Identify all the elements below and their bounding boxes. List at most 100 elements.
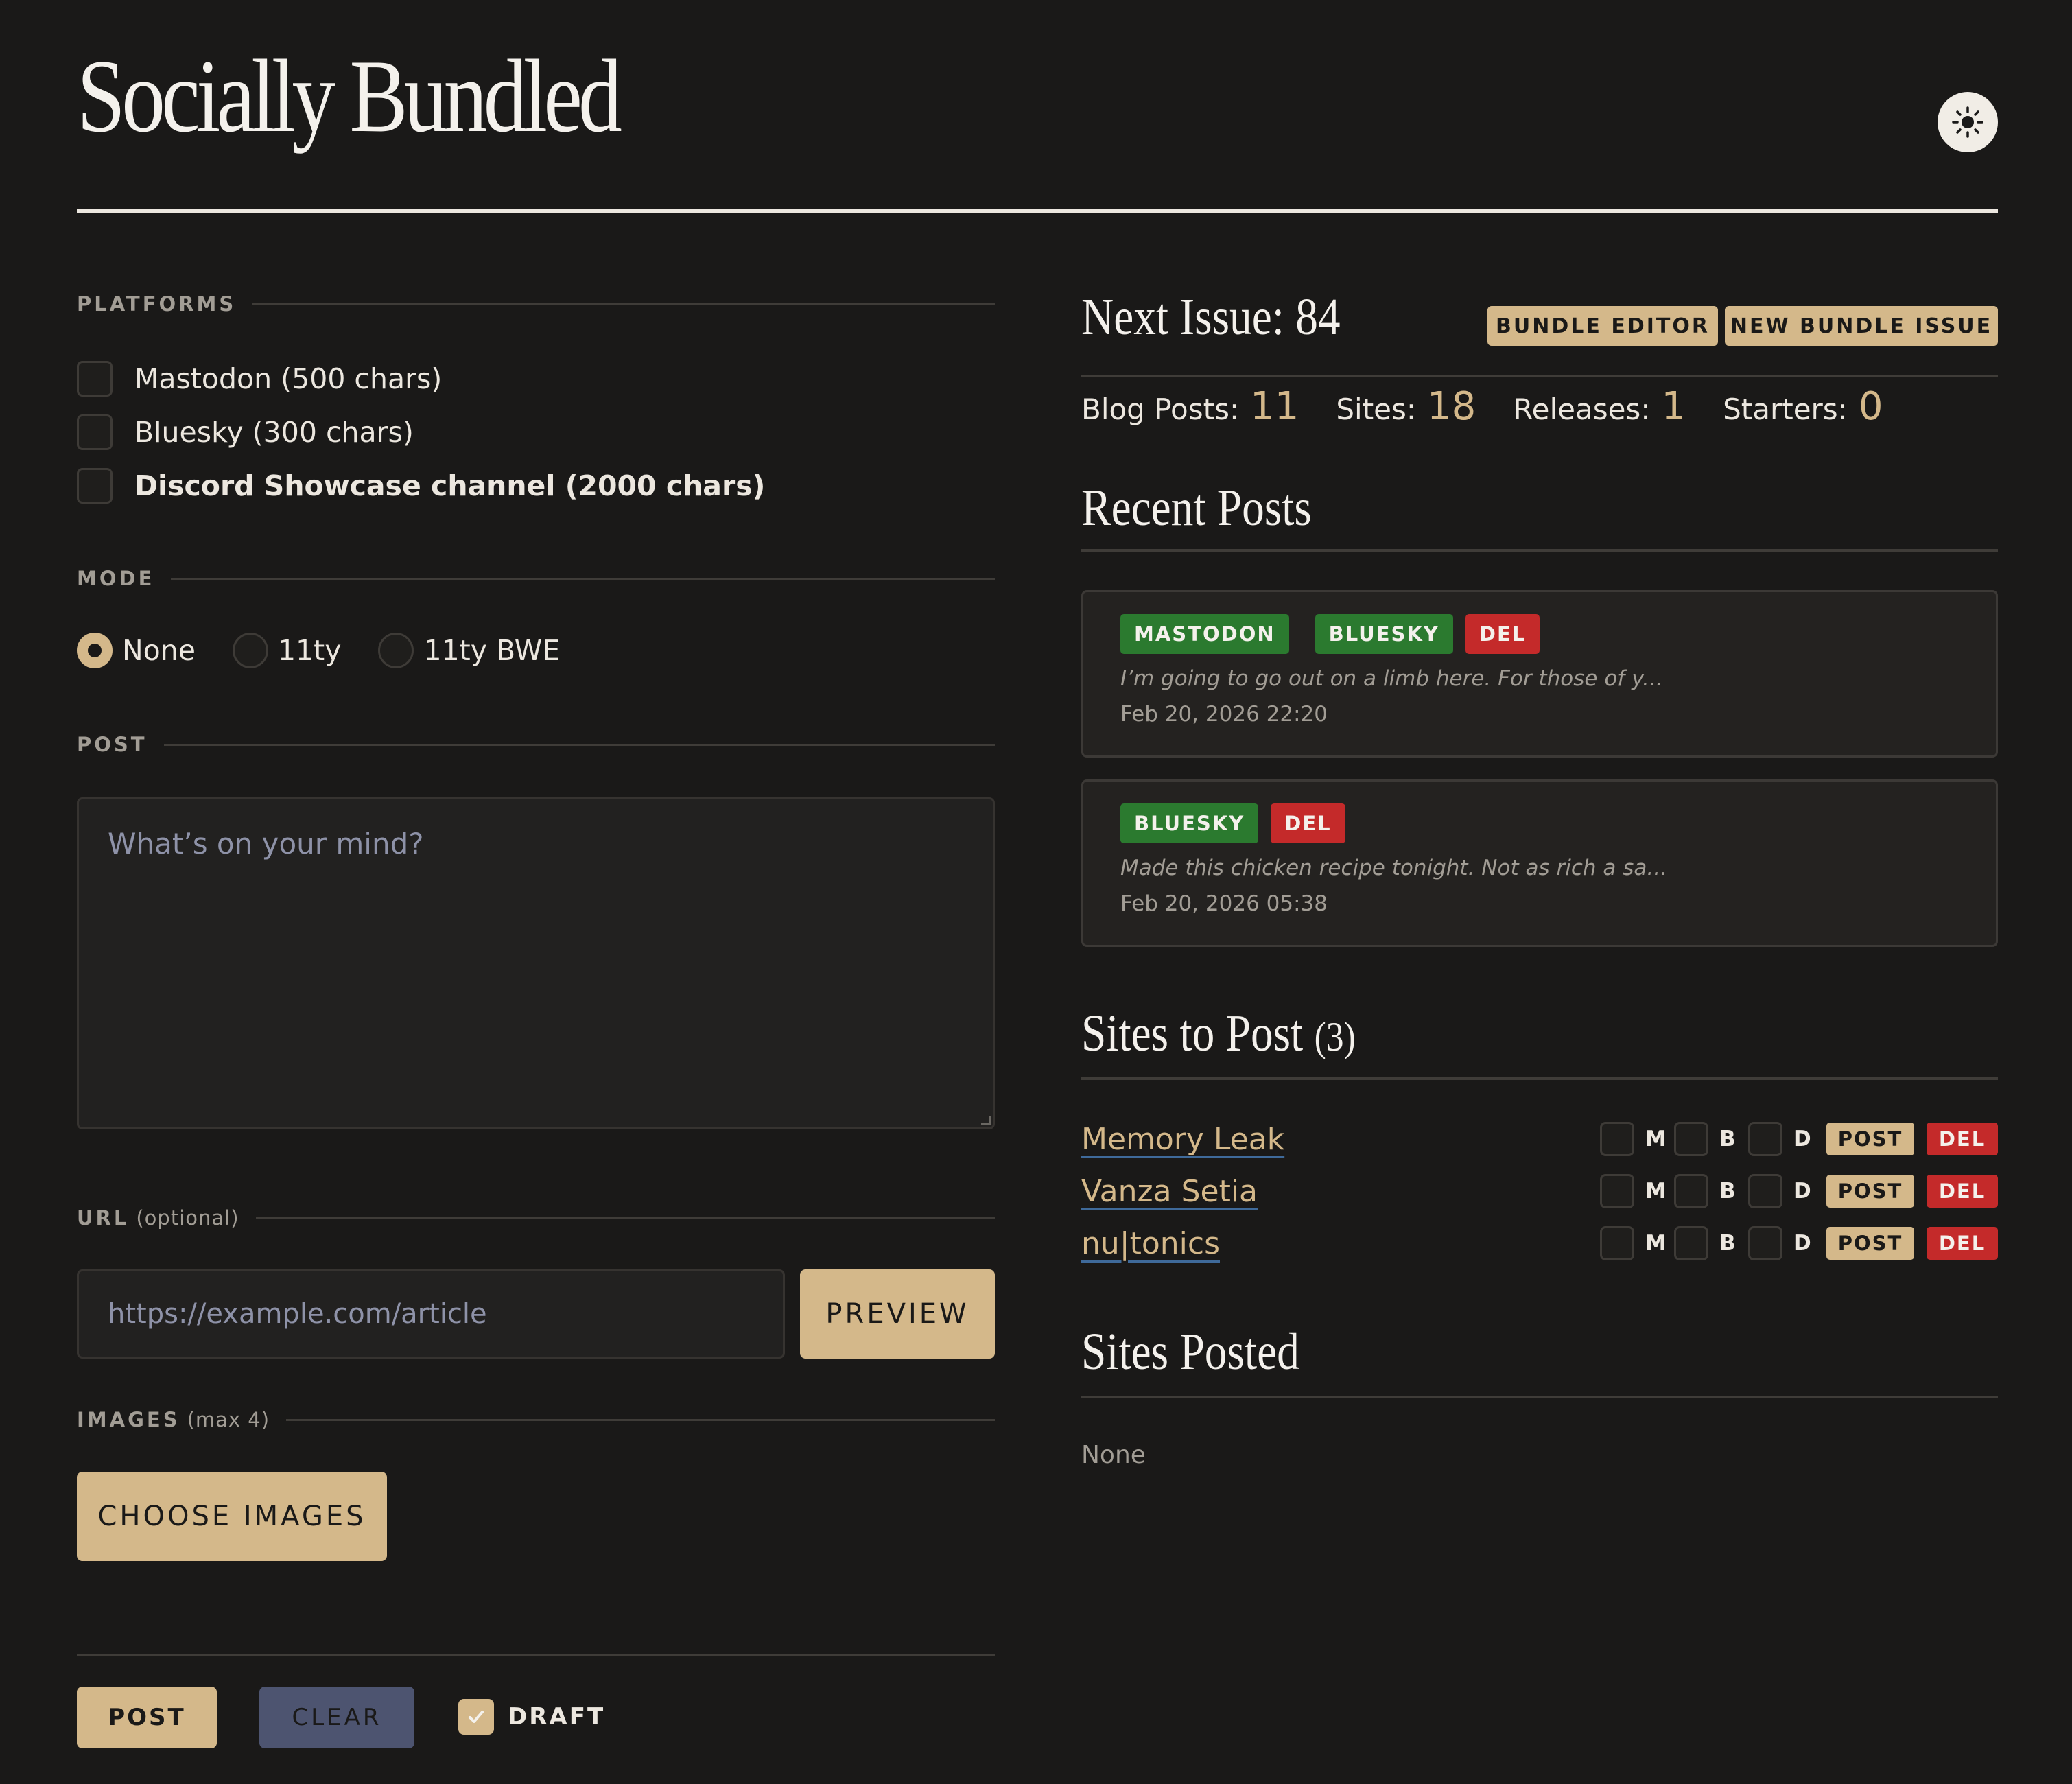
mode-label-text: MODE (77, 567, 155, 590)
site-link[interactable]: nu|tonics (1081, 1226, 1220, 1261)
platform-option-discord[interactable]: Discord Showcase channel (2000 chars) (77, 468, 765, 504)
stat-value: 0 (1858, 384, 1883, 429)
site-toggle-discord[interactable] (1748, 1122, 1782, 1156)
platform-checkbox-bluesky[interactable] (77, 414, 113, 450)
section-rule (171, 577, 995, 580)
post-label-text: POST (77, 733, 148, 756)
preview-button[interactable]: PREVIEW (800, 1269, 995, 1359)
checkmark-icon (469, 1711, 484, 1723)
platform-label: Bluesky (300 chars) (134, 416, 414, 449)
sun-icon (1952, 106, 1983, 138)
mode-option-label: None (122, 634, 196, 667)
site-toggle-bluesky[interactable] (1674, 1122, 1708, 1156)
toggle-letter: M (1645, 1127, 1667, 1151)
draft-toggle[interactable]: DRAFT (458, 1699, 605, 1735)
site-post-button[interactable]: POST (1826, 1175, 1914, 1208)
platform-option-mastodon[interactable]: Mastodon (500 chars) (77, 361, 442, 397)
url-label-text: URL (77, 1206, 130, 1230)
platforms-section-label: PLATFORMS (77, 292, 995, 316)
images-label-text: IMAGES (77, 1408, 180, 1431)
recent-posts-divider (1081, 549, 1998, 552)
site-post-button[interactable]: POST (1826, 1227, 1914, 1260)
draft-label: DRAFT (508, 1703, 606, 1730)
site-delete-button[interactable]: DEL (1927, 1123, 1998, 1155)
stat-releases: Releases: 1 (1513, 384, 1686, 429)
stat-sites: Sites: 18 (1336, 384, 1476, 429)
toggle-letter: B (1719, 1231, 1736, 1256)
site-toggle-discord[interactable] (1748, 1226, 1782, 1260)
platform-checkbox-mastodon[interactable] (77, 361, 113, 397)
sites-to-post-divider (1081, 1077, 1998, 1080)
platform-checkbox-discord[interactable] (77, 468, 113, 504)
stat-value: 1 (1661, 384, 1686, 429)
url-section-label: URL (optional) (77, 1206, 995, 1230)
mode-option-label: 11ty (277, 634, 342, 667)
toggle-letter: B (1719, 1127, 1736, 1151)
section-rule (163, 743, 995, 746)
images-label-note: (max 4) (187, 1408, 270, 1431)
toggle-letter: B (1719, 1179, 1736, 1204)
sites-to-post-title: Sites to Post (3) (1081, 1007, 1356, 1059)
recent-post-card: BLUESKY DEL Made this chicken recipe ton… (1081, 779, 1998, 947)
platform-label: Discord Showcase channel (2000 chars) (134, 469, 766, 502)
clear-button[interactable]: CLEAR (259, 1687, 414, 1748)
site-toggle-mastodon[interactable] (1600, 1226, 1634, 1260)
site-toggle-mastodon[interactable] (1600, 1174, 1634, 1208)
choose-images-button[interactable]: CHOOSE IMAGES (77, 1472, 387, 1561)
delete-post-button[interactable]: DEL (1271, 803, 1345, 843)
mode-radio-11ty[interactable] (232, 633, 268, 668)
site-toggle-mastodon[interactable] (1600, 1122, 1634, 1156)
recent-post-card: MASTODON BLUESKY DEL I’m going to go out… (1081, 590, 1998, 758)
stat-value: 11 (1250, 384, 1299, 429)
sites-posted-divider (1081, 1396, 1998, 1398)
mode-option-none[interactable]: None (77, 633, 196, 668)
post-textarea[interactable] (77, 797, 995, 1129)
new-bundle-issue-button[interactable]: NEW BUNDLE ISSUE (1725, 306, 1998, 346)
mode-option-11ty[interactable]: 11ty (232, 633, 342, 668)
site-toggle-bluesky[interactable] (1674, 1226, 1708, 1260)
stat-blog-posts: Blog Posts: 11 (1081, 384, 1299, 429)
post-button[interactable]: POST (77, 1687, 217, 1748)
site-delete-button[interactable]: DEL (1927, 1175, 1998, 1208)
app-title: Socially Bundled (77, 38, 622, 154)
site-toggle-discord[interactable] (1748, 1174, 1782, 1208)
theme-toggle-button[interactable] (1938, 92, 1998, 152)
toggle-letter: M (1645, 1231, 1667, 1256)
stat-starters: Starters: 0 (1723, 384, 1883, 429)
site-post-button[interactable]: POST (1826, 1123, 1914, 1155)
textarea-resize-handle[interactable] (981, 1116, 991, 1125)
site-delete-button[interactable]: DEL (1927, 1227, 1998, 1260)
toggle-letter: M (1645, 1179, 1667, 1204)
platform-option-bluesky[interactable]: Bluesky (300 chars) (77, 414, 414, 450)
next-issue-title: Next Issue: 84 (1081, 288, 1341, 346)
mode-radio-group: None 11ty 11ty BWE (77, 633, 597, 668)
site-link[interactable]: Memory Leak (1081, 1122, 1284, 1157)
section-rule (286, 1418, 995, 1421)
stat-label: Starters: (1723, 392, 1848, 426)
images-section-label: IMAGES (max 4) (77, 1408, 995, 1431)
draft-checkbox[interactable] (458, 1699, 494, 1735)
url-input[interactable] (77, 1269, 785, 1359)
recent-posts-title: Recent Posts (1081, 479, 1312, 537)
site-link[interactable]: Vanza Setia (1081, 1174, 1258, 1209)
issue-divider (1081, 375, 1998, 377)
header-divider (77, 209, 1998, 213)
mode-radio-none[interactable] (77, 633, 113, 668)
mode-radio-11ty-bwe[interactable] (378, 633, 414, 668)
section-rule (255, 1217, 995, 1219)
platforms-label-text: PLATFORMS (77, 292, 237, 316)
sites-to-post-title-text: Sites to Post (1081, 1005, 1304, 1062)
mode-option-11ty-bwe[interactable]: 11ty BWE (378, 633, 560, 668)
delete-post-button[interactable]: DEL (1465, 614, 1540, 654)
site-row: Memory Leak M B D POST DEL (1081, 1118, 1998, 1160)
platform-badge-mastodon: MASTODON (1120, 614, 1289, 654)
stat-label: Blog Posts: (1081, 392, 1240, 426)
stat-label: Sites: (1336, 392, 1417, 426)
stat-label: Releases: (1513, 392, 1651, 426)
platform-badge-bluesky: BLUESKY (1315, 614, 1453, 654)
mode-section-label: MODE (77, 567, 995, 590)
site-toggle-bluesky[interactable] (1674, 1174, 1708, 1208)
post-snippet: Made this chicken recipe tonight. Not as… (1120, 856, 1667, 880)
bundle-editor-button[interactable]: BUNDLE EDITOR (1487, 306, 1718, 346)
sites-posted-title: Sites Posted (1081, 1323, 1299, 1381)
